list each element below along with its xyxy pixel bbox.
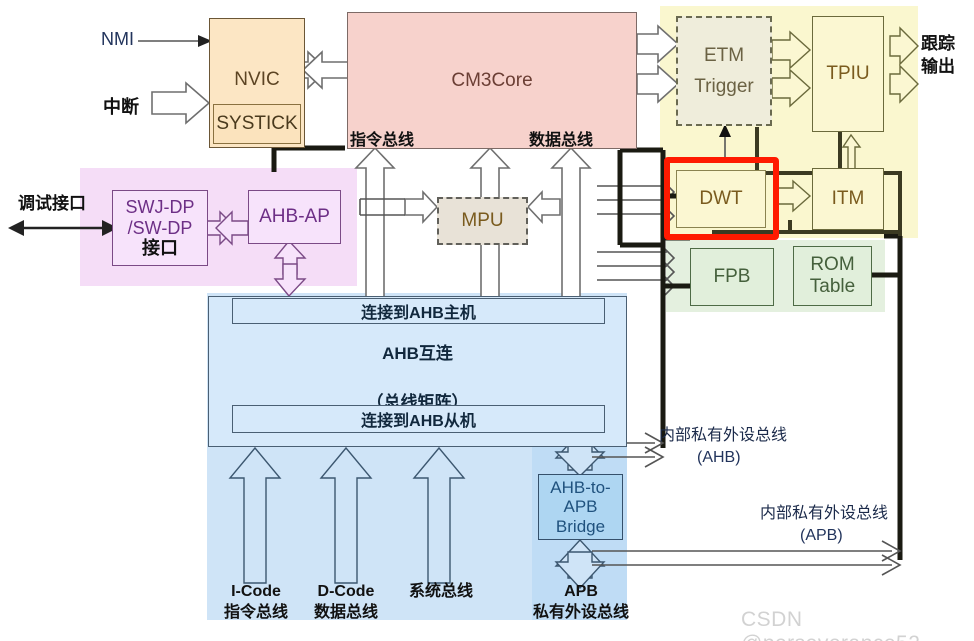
nvic-label: NVIC bbox=[234, 69, 280, 90]
cortex-m3-block-diagram: 处理器结构： bbox=[0, 0, 974, 641]
csdn-watermark: CSDN @perseverance52 bbox=[741, 608, 920, 641]
fpb-label: FPB bbox=[713, 266, 751, 288]
dwt-label: DWT bbox=[699, 188, 743, 210]
nmi-label: NMI bbox=[101, 29, 134, 49]
debug-port-label: 调试接口 bbox=[18, 194, 86, 213]
mpu-right-arrow bbox=[526, 189, 561, 225]
block-rom-table[interactable]: ROM Table bbox=[793, 246, 872, 306]
etm-trigger-label: Trigger bbox=[694, 75, 754, 97]
etm-label: ETM bbox=[703, 44, 745, 66]
block-systick[interactable]: SYSTICK bbox=[213, 104, 301, 144]
swjdp-line3: 接口 bbox=[142, 238, 178, 259]
block-swj-dp[interactable]: SWJ-DP /SW-DP 接口 bbox=[112, 190, 208, 266]
ahb-slave-strip[interactable]: 连接到AHB从机 bbox=[232, 405, 605, 433]
block-ahb-ap[interactable]: AHB-AP bbox=[248, 190, 341, 244]
block-ahb-to-apb-bridge[interactable]: AHB-to- APB Bridge bbox=[538, 474, 623, 540]
ppb-apb-label: 内部私有外设总线 (APB) bbox=[760, 505, 889, 545]
bus-name-sysbus: 系统总线 bbox=[408, 583, 473, 600]
block-itm[interactable]: ITM bbox=[812, 168, 884, 230]
rom-line1: ROM bbox=[810, 254, 855, 276]
nmi-arrow bbox=[138, 35, 212, 47]
mpu-label: MPU bbox=[461, 210, 504, 232]
bridge-line3: Bridge bbox=[555, 516, 606, 536]
bridge-line1: AHB-to- bbox=[550, 477, 611, 497]
block-fpb[interactable]: FPB bbox=[690, 248, 774, 306]
core-icode-down-arrow bbox=[354, 146, 396, 301]
tpiu-label: TPIU bbox=[826, 63, 870, 85]
itm-label: ITM bbox=[831, 188, 865, 210]
interrupt-label: 中断 bbox=[103, 97, 139, 117]
cm3core-label: CM3Core bbox=[451, 69, 533, 91]
systick-label: SYSTICK bbox=[216, 113, 298, 135]
bridge-line2: APB bbox=[563, 497, 598, 517]
swjdp-line1: SWJ-DP bbox=[125, 196, 195, 217]
ahb-master-strip[interactable]: 连接到AHB主机 bbox=[232, 298, 605, 324]
ahbap-label: AHB-AP bbox=[259, 206, 330, 228]
block-tpiu[interactable]: TPIU bbox=[812, 16, 884, 132]
ahb-slave-label: 连接到AHB从机 bbox=[361, 413, 476, 430]
rom-line2: Table bbox=[809, 276, 856, 297]
bus-name-apb: APB 私有外设总线 bbox=[532, 583, 629, 621]
interrupt-hollow-arrow bbox=[151, 81, 211, 125]
mpu-left-arrow bbox=[404, 189, 439, 225]
core-icode-bus-label: 指令总线 bbox=[350, 132, 415, 149]
block-dwt[interactable]: DWT bbox=[676, 170, 766, 228]
block-etm[interactable]: ETM Trigger bbox=[676, 16, 772, 126]
trace-output-label: 跟踪 输出 bbox=[921, 34, 955, 76]
core-dcode-bus-label: 数据总线 bbox=[529, 132, 594, 149]
block-mpu[interactable]: MPU bbox=[437, 197, 528, 245]
core-dcode-down-arrow bbox=[550, 146, 592, 301]
ppb-ahb-label: 内部私有外设总线 (AHB) bbox=[659, 427, 788, 467]
ahb-master-label: 连接到AHB主机 bbox=[361, 305, 476, 322]
swjdp-line2: /SW-DP bbox=[127, 217, 193, 238]
